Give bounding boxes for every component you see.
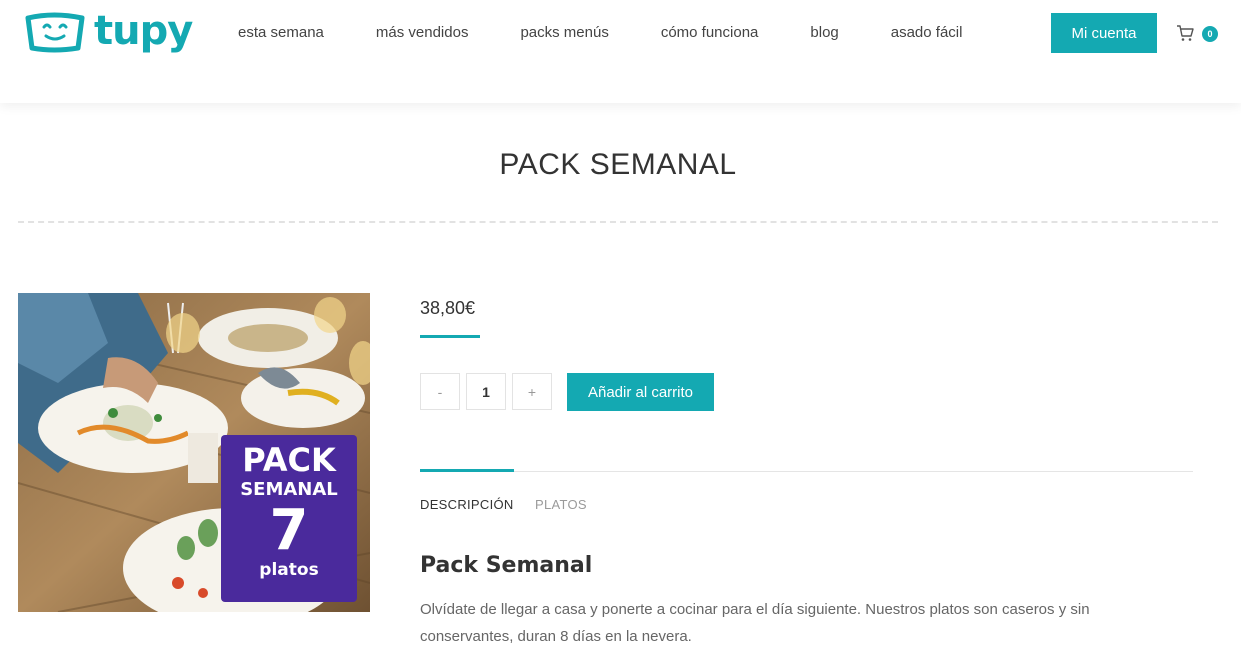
badge-line-pack: PACK bbox=[242, 441, 336, 479]
quantity-increase-button[interactable]: + bbox=[512, 373, 552, 410]
my-account-button[interactable]: Mi cuenta bbox=[1051, 13, 1157, 53]
cart-button[interactable]: 0 bbox=[1176, 23, 1220, 43]
badge-line-platos: platos bbox=[259, 560, 319, 580]
price-underline bbox=[420, 335, 480, 338]
product-image[interactable]: PACK SEMANAL 7 platos bbox=[18, 293, 370, 612]
cart-count-badge: 0 bbox=[1202, 26, 1218, 42]
active-tab-indicator bbox=[420, 469, 514, 472]
badge-line-count: 7 bbox=[269, 498, 309, 563]
nav-item-asado-facil[interactable]: asado fácil bbox=[891, 24, 963, 42]
tab-platos[interactable]: PLATOS bbox=[535, 497, 587, 512]
add-to-cart-button[interactable]: Añadir al carrito bbox=[567, 373, 714, 411]
description-text: Olvídate de llegar a casa y ponerte a co… bbox=[420, 601, 1090, 645]
nav-item-mas-vendidos[interactable]: más vendidos bbox=[376, 24, 469, 42]
pack-badge: PACK SEMANAL 7 platos bbox=[221, 435, 357, 602]
cart-icon bbox=[1177, 25, 1194, 41]
tab-descripcion[interactable]: DESCRIPCIÓN bbox=[420, 497, 514, 512]
nav-item-como-funciona[interactable]: cómo funciona bbox=[661, 24, 759, 42]
tupy-logo[interactable]: tupy bbox=[24, 8, 193, 54]
tabs-divider bbox=[420, 471, 1193, 472]
logo-mark-icon bbox=[25, 12, 85, 53]
nav-item-blog[interactable]: blog bbox=[810, 24, 838, 42]
page-title: PACK SEMANAL bbox=[499, 148, 737, 181]
logo-text: tupy bbox=[94, 8, 193, 54]
description-title: Pack Semanal bbox=[420, 553, 593, 578]
quantity-decrease-button[interactable]: - bbox=[420, 373, 460, 410]
nav-item-esta-semana[interactable]: esta semana bbox=[238, 24, 324, 42]
nav-item-packs-menus[interactable]: packs menús bbox=[520, 24, 608, 42]
dashed-divider bbox=[18, 221, 1218, 223]
quantity-input[interactable] bbox=[466, 373, 506, 410]
site-header: tupy esta semana más vendidos packs menú… bbox=[0, 0, 1241, 103]
product-price: 38,80€ bbox=[420, 298, 476, 318]
main-nav: esta semana más vendidos packs menús cóm… bbox=[238, 24, 1014, 42]
